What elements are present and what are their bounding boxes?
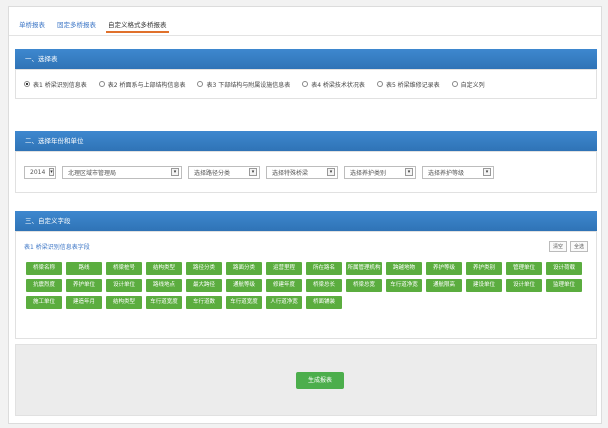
field-chip-grid: 桥梁名称 路线 桥梁桩号 结构类型 路径分类 路面分类 运营里程 所在路名 所属管理机构 跨越地物… xyxy=(26,262,586,309)
field-action-buttons: 清空 全选 xyxy=(548,240,588,252)
table-radio-option[interactable]: 表4 桥梁技术状况表 xyxy=(302,80,365,89)
table-radio-option[interactable]: 表3 下部结构与附属设施信息表 xyxy=(197,80,290,89)
field-chip[interactable]: 车行道净宽 xyxy=(386,279,422,292)
field-chip[interactable]: 运营里程 xyxy=(266,262,302,275)
field-chip[interactable]: 结构类型 xyxy=(106,296,142,309)
radio-label: 表2 桥面系与上部结构信息表 xyxy=(107,81,186,89)
radio-label: 表1 桥梁识别信息表 xyxy=(33,81,87,89)
section3-body: 表1 桥梁识别信息表字段 清空 全选 桥梁名称 路线 桥梁桩号 结构类型 路径分类 路面分… xyxy=(15,231,597,339)
filter-selects: 2014 ▾ 北理区域市管理局 ▾ 选择路径分类 ▾ 选择特殊桥梁 ▾ 选择养护… xyxy=(16,152,596,192)
field-chip[interactable]: 养护类别 xyxy=(466,262,502,275)
field-chip[interactable]: 监理单位 xyxy=(546,279,582,292)
section2-body: 2014 ▾ 北理区域市管理局 ▾ 选择路径分类 ▾ 选择特殊桥梁 ▾ 选择养护… xyxy=(15,151,597,193)
radio-label: 表5 桥梁维修记录表 xyxy=(385,81,440,89)
radio-label: 表4 桥梁技术状况表 xyxy=(311,81,365,89)
maintain-class-select[interactable]: 选择养护类别 ▾ xyxy=(344,165,416,179)
table-radio-option[interactable]: 自定义列 xyxy=(451,80,485,89)
table-radio-option[interactable]: 表2 桥面系与上部结构信息表 xyxy=(98,80,186,89)
field-table-title: 表1 桥梁识别信息表字段 xyxy=(24,243,90,251)
tab-custom-multi[interactable]: 自定义格式多桥报表 xyxy=(106,15,169,33)
chevron-down-icon: ▾ xyxy=(49,168,54,176)
radio-unchecked-icon xyxy=(98,81,105,87)
field-chip[interactable]: 桥梁总宽 xyxy=(346,279,382,292)
field-chip[interactable]: 养护单位 xyxy=(66,279,102,292)
section2-header: 二、选择年份和单位 xyxy=(15,131,597,151)
chevron-down-icon: ▾ xyxy=(405,168,413,176)
table-radio-group: 表1 桥梁识别信息表 表2 桥面系与上部结构信息表 表3 下部结构与附属设施信息表 表… xyxy=(16,70,596,98)
bridge-type-select[interactable]: 选择特殊桥梁 ▾ xyxy=(266,165,338,179)
field-chip[interactable]: 所属管理机构 xyxy=(346,262,382,275)
field-chip[interactable]: 养护等级 xyxy=(426,262,462,275)
tab-bar: 单桥报表 固定多桥报表 自定义格式多桥报表 xyxy=(17,15,169,33)
table-radio-option[interactable]: 表1 桥梁识别信息表 xyxy=(24,80,87,89)
maintain-class-value: 选择养护类别 xyxy=(350,169,387,177)
field-chip[interactable]: 跨越地物 xyxy=(386,262,422,275)
field-chip[interactable]: 修建年度 xyxy=(266,279,302,292)
radio-unchecked-icon xyxy=(376,81,383,87)
bridge-type-value: 选择特殊桥梁 xyxy=(272,169,309,177)
field-chip[interactable]: 设计单位 xyxy=(106,279,142,292)
field-chip[interactable]: 人行道净宽 xyxy=(266,296,302,309)
radio-unchecked-icon xyxy=(451,81,458,87)
field-subheader: 表1 桥梁识别信息表字段 清空 全选 xyxy=(24,240,588,252)
field-chip[interactable]: 车行道数 xyxy=(186,296,222,309)
field-chip[interactable]: 通航等级 xyxy=(226,279,262,292)
radio-checked-icon xyxy=(24,81,30,87)
maintain-level-value: 选择养护等级 xyxy=(428,169,465,177)
field-chip[interactable]: 桥梁桩号 xyxy=(106,262,142,275)
section1-body: 表1 桥梁识别信息表 表2 桥面系与上部结构信息表 表3 下部结构与附属设施信息表 表… xyxy=(15,69,597,99)
chevron-down-icon: ▾ xyxy=(483,168,491,176)
field-chip[interactable]: 路面分类 xyxy=(226,262,262,275)
radio-unchecked-icon xyxy=(302,81,309,87)
field-chip[interactable]: 设计荷载 xyxy=(546,262,582,275)
year-select[interactable]: 2014 ▾ xyxy=(24,165,56,179)
field-chip[interactable]: 抗震烈度 xyxy=(26,279,62,292)
maintain-level-select[interactable]: 选择养护等级 ▾ xyxy=(422,165,494,179)
radio-label: 表3 下部结构与附属设施信息表 xyxy=(206,81,291,89)
generate-report-button[interactable]: 生成报表 xyxy=(296,372,344,389)
section3-header: 三、自定义字段 xyxy=(15,211,597,231)
field-chip[interactable]: 设计单位 xyxy=(506,279,542,292)
field-chip[interactable]: 路径分类 xyxy=(186,262,222,275)
footer-bar: 生成报表 xyxy=(15,344,597,416)
field-chip[interactable]: 路线 xyxy=(66,262,102,275)
tab-fixed-multi[interactable]: 固定多桥报表 xyxy=(55,15,98,33)
chevron-down-icon: ▾ xyxy=(171,168,179,176)
field-chip[interactable]: 车行道宽度 xyxy=(226,296,262,309)
radio-unchecked-icon xyxy=(197,81,204,87)
route-class-select[interactable]: 选择路径分类 ▾ xyxy=(188,165,260,179)
clear-button[interactable]: 清空 xyxy=(548,240,567,252)
field-chip[interactable]: 桥面铺装 xyxy=(306,296,342,309)
field-chip[interactable]: 通航限高 xyxy=(426,279,462,292)
report-window: 单桥报表 固定多桥报表 自定义格式多桥报表 一、选择表 表1 桥梁识别信息表 表2… xyxy=(8,6,602,424)
select-all-button[interactable]: 全选 xyxy=(569,240,588,252)
field-chip[interactable]: 所在路名 xyxy=(306,262,342,275)
tab-divider xyxy=(9,35,601,36)
chevron-down-icon: ▾ xyxy=(327,168,335,176)
field-chip[interactable]: 结构类型 xyxy=(146,262,182,275)
table-radio-option[interactable]: 表5 桥梁维修记录表 xyxy=(376,80,440,89)
field-chip[interactable]: 建设单位 xyxy=(466,279,502,292)
field-chip[interactable]: 最大跨径 xyxy=(186,279,222,292)
unit-select[interactable]: 北理区域市管理局 ▾ xyxy=(62,165,182,179)
year-value: 2014 xyxy=(30,168,46,176)
tab-single-bridge[interactable]: 单桥报表 xyxy=(17,15,47,33)
field-chip[interactable]: 管理单位 xyxy=(506,262,542,275)
field-chip[interactable]: 路线地点 xyxy=(146,279,182,292)
unit-value: 北理区域市管理局 xyxy=(68,169,117,177)
route-class-value: 选择路径分类 xyxy=(194,169,231,177)
field-chip[interactable]: 桥梁名称 xyxy=(26,262,62,275)
field-chip[interactable]: 建造年月 xyxy=(66,296,102,309)
radio-label: 自定义列 xyxy=(460,81,485,89)
field-chip[interactable]: 施工单位 xyxy=(26,296,62,309)
field-chip[interactable]: 桥梁总长 xyxy=(306,279,342,292)
field-chip[interactable]: 车行道宽度 xyxy=(146,296,182,309)
section1-header: 一、选择表 xyxy=(15,49,597,69)
chevron-down-icon: ▾ xyxy=(249,168,257,176)
